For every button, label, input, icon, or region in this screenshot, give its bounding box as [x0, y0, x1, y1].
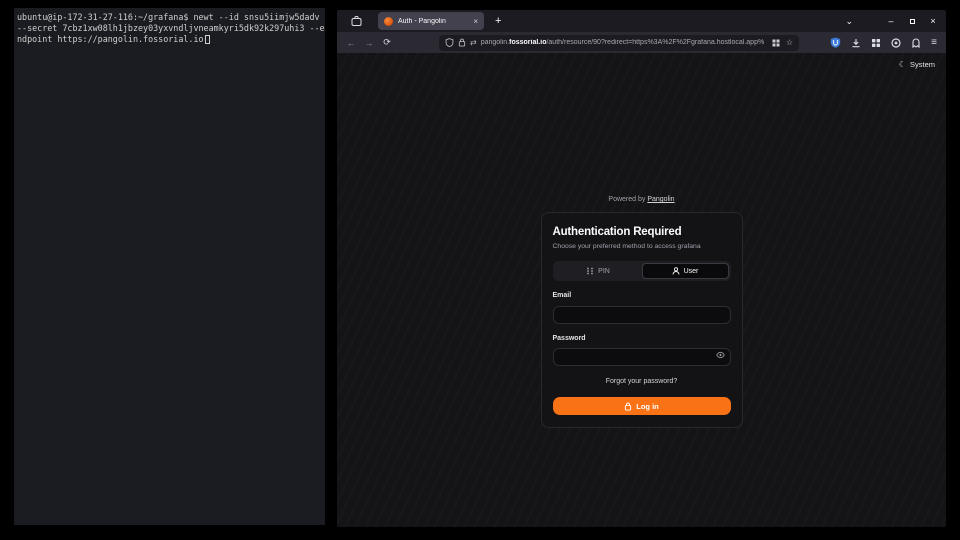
login-button[interactable]: Log in	[553, 397, 731, 415]
email-field[interactable]	[553, 306, 731, 324]
theme-toggle-label: System	[910, 60, 935, 69]
navigation-toolbar: ← → ⟳ ⇄ pangolin.fossorial.io/auth/resou…	[337, 32, 946, 53]
save-to-collection-icon[interactable]	[772, 39, 780, 47]
minimize-button[interactable]: –	[886, 16, 896, 26]
url-path: /auth/resource/90?redirect=https%3A%2F%2…	[546, 39, 764, 46]
tab-user[interactable]: User	[642, 263, 729, 279]
ghost-extension-icon[interactable]	[911, 38, 921, 48]
pangolin-link[interactable]: Pangolin	[647, 196, 674, 203]
desktop: ubuntu@ip-172-31-27-116:~/grafana$ newt …	[0, 0, 960, 540]
browser-tab[interactable]: Auth - Pangolin ×	[378, 12, 484, 30]
tracking-protection-shield-icon[interactable]	[445, 38, 454, 47]
pin-keypad-icon	[586, 267, 594, 275]
powered-by-text: Powered by	[608, 196, 645, 203]
browser-window: Auth - Pangolin × + ⌄ – × ← → ⟳	[337, 10, 946, 527]
user-icon	[672, 267, 680, 275]
list-tabs-icon[interactable]: ⌄	[845, 16, 853, 27]
terminal-window[interactable]: ubuntu@ip-172-31-27-116:~/grafana$ newt …	[14, 8, 325, 525]
extensions-icon[interactable]	[871, 38, 881, 48]
theme-toggle[interactable]: ☾ System	[899, 60, 935, 69]
extension-toolbar: ≡	[830, 37, 939, 48]
forward-icon[interactable]: →	[362, 38, 376, 48]
url-prefix: pangolin.	[481, 39, 509, 46]
urlbar-actions: ☆	[772, 38, 793, 47]
login-button-label: Log in	[636, 402, 659, 411]
tab-pin-label: PIN	[598, 268, 610, 275]
card-title: Authentication Required	[553, 226, 731, 238]
downloads-icon[interactable]	[851, 38, 861, 48]
login-lock-icon	[624, 402, 632, 411]
terminal-line: ndpoint https://pangolin.fossorial.io	[17, 34, 323, 45]
tab-pin[interactable]: PIN	[555, 263, 642, 279]
reload-icon[interactable]: ⟳	[380, 37, 394, 48]
terminal-line: ubuntu@ip-172-31-27-116:~/grafana$ newt …	[17, 12, 323, 23]
terminal-cursor	[205, 35, 210, 44]
url-bar[interactable]: ⇄ pangolin.fossorial.io/auth/resource/90…	[439, 35, 799, 51]
forgot-password-link[interactable]: Forgot your password?	[553, 378, 731, 385]
tab-close-icon[interactable]: ×	[473, 17, 478, 26]
window-controls: ⌄ – ×	[845, 16, 938, 27]
auth-section: Powered by Pangolin Authentication Requi…	[541, 196, 743, 428]
back-icon[interactable]: ←	[344, 38, 358, 48]
menu-icon[interactable]: ≡	[931, 37, 937, 48]
close-button[interactable]: ×	[928, 16, 938, 26]
ublock-origin-icon[interactable]	[830, 37, 841, 48]
password-label: Password	[553, 335, 731, 342]
record-extension-icon[interactable]	[891, 38, 901, 48]
tab-user-label: User	[684, 268, 699, 275]
new-tab-button[interactable]: +	[495, 15, 501, 27]
terminal-line: --secret 7cbz1xw08lh1jbzey03yxvndljvneam…	[17, 23, 323, 34]
card-subtitle: Choose your preferred method to access g…	[553, 243, 731, 250]
firefox-view-icon[interactable]	[349, 14, 363, 28]
terminal-line-text: ndpoint https://pangolin.fossorial.io	[17, 34, 204, 45]
auth-method-tabs: PIN User	[553, 261, 731, 281]
url-domain: fossorial.io	[509, 39, 546, 46]
powered-by: Powered by Pangolin	[541, 196, 743, 203]
tab-title: Auth - Pangolin	[398, 18, 464, 25]
tab-bar: Auth - Pangolin × + ⌄ – ×	[337, 10, 946, 32]
page-content: ☾ System Powered by Pangolin Authenticat…	[337, 53, 946, 527]
maximize-button[interactable]	[907, 16, 917, 26]
password-field[interactable]	[553, 348, 731, 366]
email-label: Email	[553, 292, 731, 299]
lock-icon[interactable]	[458, 38, 466, 47]
pangolin-favicon-icon	[384, 17, 393, 26]
show-password-eye-icon[interactable]	[716, 351, 725, 359]
bookmark-star-icon[interactable]: ☆	[786, 38, 793, 47]
url-text[interactable]: pangolin.fossorial.io/auth/resource/90?r…	[481, 39, 768, 46]
moon-icon: ☾	[899, 60, 906, 69]
permissions-icon[interactable]: ⇄	[470, 38, 477, 47]
auth-card: Authentication Required Choose your pref…	[541, 212, 743, 428]
